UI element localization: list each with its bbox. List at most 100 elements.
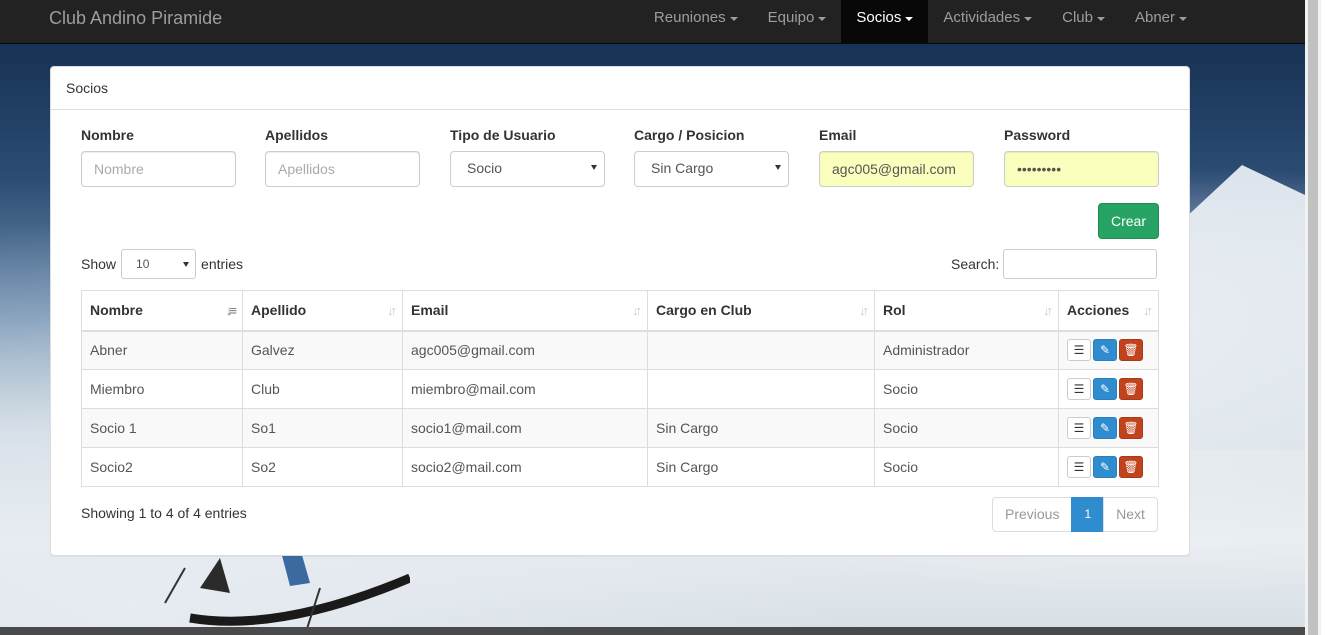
view-details-button[interactable]: ☰ xyxy=(1067,378,1091,400)
nombre-input[interactable] xyxy=(81,151,236,187)
crear-button[interactable]: Crear xyxy=(1098,203,1159,239)
view-details-button[interactable]: ☰ xyxy=(1067,417,1091,439)
cargo-group: Cargo / Posicion Sin Cargo xyxy=(634,127,789,187)
cell-nombre: Miembro xyxy=(81,369,243,409)
cell-nombre: Socio2 xyxy=(81,447,243,487)
cell-apellido: So1 xyxy=(242,408,403,448)
apellidos-group: Apellidos xyxy=(265,127,420,187)
email-group: Email xyxy=(819,127,974,187)
page-1-button[interactable]: 1 xyxy=(1071,497,1105,532)
select-arrow-icon xyxy=(591,165,597,170)
col-label: Rol xyxy=(883,302,906,319)
nombre-label: Nombre xyxy=(81,127,134,143)
show-entries: Show 10 entries xyxy=(81,249,243,279)
nav-item-user[interactable]: Abner xyxy=(1120,0,1202,43)
view-details-button[interactable]: ☰ xyxy=(1067,456,1091,478)
delete-button[interactable]: 🗑 xyxy=(1119,456,1143,478)
navbar-brand[interactable]: Club Andino Piramide xyxy=(49,8,222,28)
email-input[interactable] xyxy=(819,151,974,187)
background-skier xyxy=(164,548,410,635)
col-cargo[interactable]: Cargo en Club ↓↑ xyxy=(647,290,875,332)
sort-icon: ↓↑ xyxy=(387,303,397,318)
col-label: Acciones xyxy=(1067,302,1130,319)
edit-button[interactable]: ✎ xyxy=(1093,456,1117,478)
cargo-label: Cargo / Posicion xyxy=(634,127,745,143)
cell-email: socio2@mail.com xyxy=(402,447,648,487)
cell-email: socio1@mail.com xyxy=(402,408,648,448)
nav-item-reuniones[interactable]: Reuniones xyxy=(639,0,753,43)
edit-button[interactable]: ✎ xyxy=(1093,339,1117,362)
delete-button[interactable]: 🗑 xyxy=(1119,339,1143,362)
edit-icon: ✎ xyxy=(1099,343,1111,358)
col-rol[interactable]: Rol ↓↑ xyxy=(874,290,1059,332)
delete-button[interactable]: 🗑 xyxy=(1119,378,1143,400)
trash-icon: 🗑 xyxy=(1123,343,1139,358)
cell-nombre: Abner xyxy=(81,330,243,370)
caret-down-icon xyxy=(1024,17,1033,21)
cell-rol: Socio xyxy=(874,369,1059,409)
list-icon: ☰ xyxy=(1073,421,1085,435)
caret-down-icon xyxy=(905,17,914,21)
cargo-select[interactable]: Sin Cargo xyxy=(634,151,789,187)
col-label: Nombre xyxy=(90,302,143,319)
cell-cargo: Sin Cargo xyxy=(647,408,875,448)
delete-button[interactable]: 🗑 xyxy=(1119,417,1143,439)
show-label: Show xyxy=(81,256,117,272)
cell-cargo xyxy=(647,330,875,370)
cell-rol: Administrador xyxy=(874,330,1059,370)
col-email[interactable]: Email ↓↑ xyxy=(402,290,648,332)
trash-icon: 🗑 xyxy=(1123,460,1139,474)
nav-item-actividades[interactable]: Actividades xyxy=(928,0,1047,43)
edit-icon: ✎ xyxy=(1099,421,1111,435)
cell-email: miembro@mail.com xyxy=(402,369,648,409)
nav-item-label: Abner xyxy=(1134,9,1175,26)
select-arrow-icon xyxy=(775,165,781,170)
cell-acciones: ☰ ✎ 🗑 xyxy=(1058,447,1159,487)
edit-button[interactable]: ✎ xyxy=(1093,378,1117,400)
caret-down-icon xyxy=(729,17,738,21)
page-length-select[interactable]: 10 xyxy=(121,249,197,279)
apellidos-input[interactable] xyxy=(265,151,420,187)
nombre-group: Nombre xyxy=(81,127,236,187)
view-details-button[interactable]: ☰ xyxy=(1067,339,1091,362)
trash-icon: 🗑 xyxy=(1123,421,1139,435)
password-group: Password xyxy=(1004,127,1159,187)
table-row: Miembro Club miembro@mail.com Socio ☰ ✎ 🗑 xyxy=(81,369,1159,409)
tipo-usuario-value: Socio xyxy=(450,151,605,187)
search-input[interactable] xyxy=(1003,249,1158,279)
caret-down-icon xyxy=(1096,17,1105,21)
next-page-button[interactable]: Next xyxy=(1103,497,1158,532)
cell-acciones: ☰ ✎ 🗑 xyxy=(1058,330,1159,370)
navbar: Club Andino Piramide Reuniones Equipo So… xyxy=(0,0,1305,44)
edit-button[interactable]: ✎ xyxy=(1093,417,1117,439)
bottom-strip xyxy=(0,627,1305,635)
scrollbar-thumb[interactable] xyxy=(1308,0,1318,635)
cell-acciones: ☰ ✎ 🗑 xyxy=(1058,408,1159,448)
sort-icon: ↓↑ xyxy=(1143,303,1153,318)
caret-down-icon xyxy=(818,17,827,21)
socios-panel: Socios Nombre Apellidos Tipo de Usuario … xyxy=(50,66,1190,556)
search-label: Search: xyxy=(951,256,1000,272)
col-acciones[interactable]: Acciones ↓↑ xyxy=(1058,290,1159,332)
cell-rol: Socio xyxy=(874,447,1059,487)
col-apellido[interactable]: Apellido ↓↑ xyxy=(242,290,403,332)
list-icon: ☰ xyxy=(1073,343,1085,358)
select-arrow-icon xyxy=(183,262,190,267)
previous-page-button[interactable]: Previous xyxy=(992,497,1073,532)
pagination: Previous 1 Next xyxy=(992,497,1158,532)
col-label: Email xyxy=(411,302,449,319)
trash-icon: 🗑 xyxy=(1123,382,1139,396)
password-label: Password xyxy=(1004,127,1071,143)
table-row: Socio 1 So1 socio1@mail.com Sin Cargo So… xyxy=(81,408,1159,448)
password-input[interactable] xyxy=(1004,151,1159,187)
sort-icon: ↓↑ xyxy=(859,303,869,318)
nav-item-club[interactable]: Club xyxy=(1047,0,1120,43)
table-row: Abner Galvez agc005@gmail.com Administra… xyxy=(81,330,1159,370)
tipo-usuario-select[interactable]: Socio xyxy=(450,151,605,187)
window-edge xyxy=(1321,0,1341,635)
nav-item-socios[interactable]: Socios xyxy=(841,0,929,43)
col-label: Apellido xyxy=(251,302,307,319)
col-nombre[interactable]: Nombre ↓≡ xyxy=(81,290,243,332)
nav-item-equipo[interactable]: Equipo xyxy=(753,0,842,43)
cell-apellido: So2 xyxy=(242,447,403,487)
